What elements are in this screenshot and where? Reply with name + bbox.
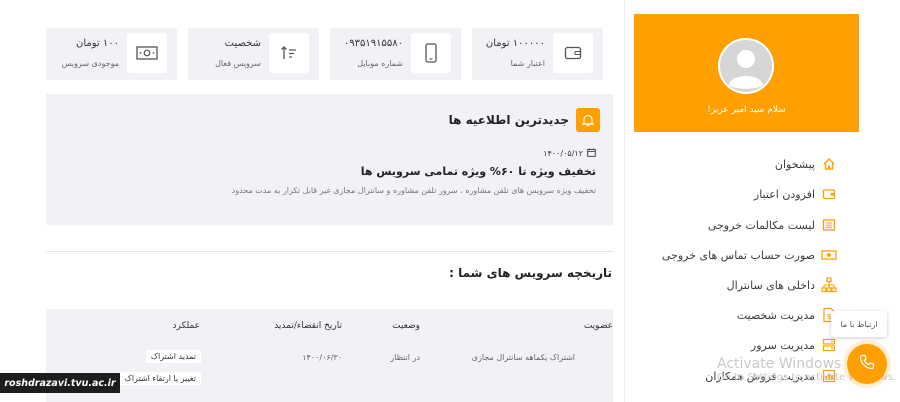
sidebar-item-server-management[interactable]: مدیریت سرور bbox=[751, 335, 837, 355]
greeting-text: سلام سید امیر عزیز! bbox=[707, 105, 786, 115]
service-balance-card: ۱۰۰ تومان موجودی سرویس bbox=[46, 28, 177, 80]
sidebar-divider bbox=[624, 0, 625, 402]
sidebar-item-dashboard[interactable]: پیشخوان bbox=[775, 154, 837, 174]
upgrade-subscription-button[interactable]: تغییر یا ارتقاء اشتراک bbox=[119, 372, 201, 385]
active-service-card: شخصیت سرویس فعال bbox=[188, 28, 319, 80]
bell-icon bbox=[576, 108, 600, 132]
sidebar-item-add-credit[interactable]: افزودن اعتبار bbox=[754, 184, 837, 204]
announcement-date: ۱۴۰۰/۰۵/۱۲ bbox=[543, 148, 596, 159]
sidebar-item-personality-management[interactable]: $ مدیریت شخصیت bbox=[737, 305, 837, 325]
table-cell-membership: اشتراک یکماهه سانترال مجازی bbox=[471, 353, 575, 362]
mobile-card: ۰۹۳۵۱۹۱۵۵۸۰ شماره موبایل bbox=[330, 28, 461, 80]
profile-panel: سلام سید امیر عزیز! bbox=[634, 14, 859, 132]
history-title: تاریخچه سرویس های شما : bbox=[449, 266, 612, 280]
announcement-body: تخفیف ویژه سرویس های تلفن مشاوره ، سرور … bbox=[231, 186, 596, 195]
table-cell-expiry: ۱۴۰۰/۰۶/۳۰ bbox=[302, 353, 342, 362]
mobile-icon bbox=[411, 33, 451, 73]
renew-subscription-button[interactable]: تمدید اشتراک bbox=[145, 350, 201, 363]
sidebar-item-pbx-extensions[interactable]: داخلی های سانترال bbox=[727, 275, 837, 295]
announcement-headline[interactable]: تخفیف ویژه تا ۶۰% ویژه تمامی سرویس ها bbox=[361, 165, 596, 178]
column-header-membership: عضویت bbox=[583, 321, 613, 331]
sidebar-item-call-billing[interactable]: صورت حساب تماس های خروجی bbox=[662, 245, 837, 265]
sort-icon bbox=[269, 33, 309, 73]
credit-card: ۱۰۰۰۰۰ تومان اعتبار شما bbox=[472, 28, 603, 80]
server-icon bbox=[821, 337, 837, 353]
site-url-badge: roshdrazavi.tvu.ac.ir bbox=[0, 373, 120, 393]
home-icon bbox=[821, 156, 837, 172]
wallet-icon bbox=[821, 186, 837, 202]
list-icon bbox=[821, 217, 837, 233]
calendar-icon bbox=[587, 148, 596, 159]
contact-button[interactable] bbox=[847, 344, 887, 384]
user-avatar-icon bbox=[718, 38, 774, 94]
announcement-panel: جدیدترین اطلاعیه ها ۱۴۰۰/۰۵/۱۲ تخفیف ویژ… bbox=[46, 94, 613, 225]
announcement-title: جدیدترین اطلاعیه ها bbox=[448, 113, 569, 127]
sidebar-item-outgoing-calls[interactable]: لیست مکالمات خروجی bbox=[708, 215, 837, 235]
column-header-actions: عملکرد bbox=[172, 321, 201, 331]
section-divider bbox=[46, 251, 613, 252]
sitemap-icon bbox=[821, 277, 837, 293]
windows-watermark-title: Activate Windows bbox=[717, 356, 842, 372]
service-history-table: عضویت وضعیت تاریخ انقضاء/تمدید عملکرد اش… bbox=[46, 309, 613, 402]
cash-icon bbox=[821, 247, 837, 263]
column-header-expiry: تاریخ انقضاء/تمدید bbox=[274, 321, 342, 331]
column-header-status: وضعیت bbox=[392, 321, 420, 331]
wallet-icon bbox=[553, 33, 593, 73]
avatar[interactable] bbox=[718, 38, 774, 94]
phone-icon bbox=[859, 354, 875, 374]
table-cell-status: در انتظار bbox=[390, 353, 420, 362]
contact-tooltip: ارتباط با ما bbox=[831, 311, 887, 337]
money-icon bbox=[127, 33, 167, 73]
